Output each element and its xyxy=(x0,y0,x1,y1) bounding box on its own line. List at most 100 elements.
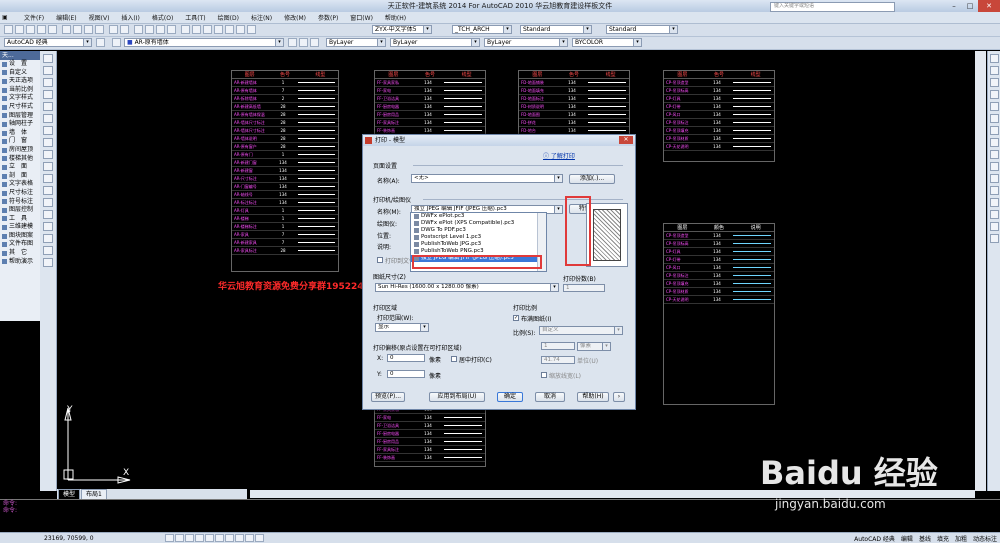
stretch-icon[interactable] xyxy=(990,150,999,159)
cancel-button[interactable]: 取消 xyxy=(535,392,565,402)
palette-item-dimension[interactable]: 尺寸标注 xyxy=(0,189,40,198)
add-page-setup-button[interactable]: 添加(.)... xyxy=(569,174,615,184)
menu-tools[interactable]: 工具(T) xyxy=(179,13,211,22)
mtext-icon[interactable] xyxy=(43,258,53,267)
dyn-icon[interactable] xyxy=(235,534,244,542)
paper-size-select[interactable]: Sun Hi-Res (1600.00 x 1280.00 像素) ▾ xyxy=(375,283,559,292)
make-block-icon[interactable] xyxy=(43,186,53,195)
redo-icon[interactable] xyxy=(120,25,129,34)
gradient-icon[interactable] xyxy=(43,222,53,231)
dialog-close-icon[interactable]: ✕ xyxy=(619,136,633,144)
offset-y-input[interactable]: 0 xyxy=(387,370,425,378)
open-icon[interactable] xyxy=(15,25,24,34)
grid-icon[interactable] xyxy=(175,534,184,542)
workspace-select[interactable]: AutoCAD 经典 ▾ xyxy=(4,38,92,47)
scale-lineweights-checkbox[interactable] xyxy=(541,372,547,378)
palette-item-other[interactable]: 其 它 xyxy=(0,249,40,258)
plot-range-select[interactable]: 显示 ▾ xyxy=(375,323,429,332)
palette-item-door-window[interactable]: 门 窗 xyxy=(0,137,40,146)
text-style-select[interactable]: _TCH_ARCH ▾ xyxy=(452,25,512,34)
printer-option[interactable]: Postscript Level 1.pc3 xyxy=(411,234,546,241)
printer-option[interactable]: PublishToWeb PNG.pc3 xyxy=(411,248,546,255)
printer-option[interactable]: DWFx ePlot.pc3 xyxy=(411,213,546,220)
ellipse-icon[interactable] xyxy=(43,162,53,171)
palette-item-symbol[interactable]: 符号标注 xyxy=(0,198,40,207)
printer-option[interactable]: PublishToWeb JPG.pc3 xyxy=(411,241,546,248)
layer-select[interactable]: ■ AR-原有墙体 ▾ xyxy=(124,38,284,47)
tab-model[interactable]: 模型 xyxy=(58,489,81,499)
lwt-icon[interactable] xyxy=(245,534,254,542)
tool-palette-icon[interactable] xyxy=(203,25,212,34)
status-edit[interactable]: 编辑 xyxy=(898,534,916,543)
scale-select[interactable]: 自定义 ▾ xyxy=(539,326,623,335)
make-current-icon[interactable] xyxy=(288,38,297,47)
color-select[interactable]: ByLayer ▾ xyxy=(326,38,386,47)
layer-states-icon[interactable] xyxy=(310,38,319,47)
table-style-select[interactable]: Standard ▾ xyxy=(606,25,678,34)
spline-icon[interactable] xyxy=(43,150,53,159)
page-setup-name-select[interactable]: <无> ▾ xyxy=(411,174,563,183)
insert-block-icon[interactable] xyxy=(43,174,53,183)
region-icon[interactable] xyxy=(43,234,53,243)
copy-object-icon[interactable] xyxy=(990,66,999,75)
tab-layout1[interactable]: 布局1 xyxy=(81,489,107,499)
polyline-icon[interactable] xyxy=(43,78,53,87)
menu-insert[interactable]: 插入(I) xyxy=(115,13,145,22)
palette-item-3d[interactable]: 三维建模 xyxy=(0,223,40,232)
palette-item-layout[interactable]: 文件布图 xyxy=(0,240,40,249)
join-icon[interactable] xyxy=(990,198,999,207)
osnap-icon[interactable] xyxy=(205,534,214,542)
polygon-icon[interactable] xyxy=(43,90,53,99)
menu-draw[interactable]: 绘图(D) xyxy=(212,13,245,22)
palette-item-tools[interactable]: 工 具 xyxy=(0,215,40,224)
revcloud-icon[interactable] xyxy=(43,138,53,147)
copies-input[interactable]: 1 xyxy=(563,284,605,292)
xline-icon[interactable] xyxy=(43,66,53,75)
trim-icon[interactable] xyxy=(990,162,999,171)
ortho-icon[interactable] xyxy=(185,534,194,542)
menu-modify[interactable]: 修改(M) xyxy=(278,13,312,22)
palette-item-customize[interactable]: 自定义 xyxy=(0,69,40,78)
chamfer-icon[interactable] xyxy=(990,210,999,219)
layer-previous-icon[interactable] xyxy=(299,38,308,47)
extend-icon[interactable] xyxy=(990,174,999,183)
print-to-file-checkbox[interactable] xyxy=(377,257,383,263)
zoom-window-icon[interactable] xyxy=(156,25,165,34)
polar-icon[interactable] xyxy=(195,534,204,542)
preview-button[interactable]: 预览(P)... xyxy=(371,392,405,402)
snap-icon[interactable] xyxy=(165,534,174,542)
pan-icon[interactable] xyxy=(134,25,143,34)
layer-manager-icon[interactable] xyxy=(112,38,121,47)
status-dynamic-dim[interactable]: 动态标注 xyxy=(970,534,1000,543)
offset-x-input[interactable]: 0 xyxy=(387,354,425,362)
calc-icon[interactable] xyxy=(236,25,245,34)
apply-to-layout-button[interactable]: 应用到布局(U) xyxy=(429,392,485,402)
palette-item-help[interactable]: 帮助演示 xyxy=(0,258,40,267)
arc-icon[interactable] xyxy=(43,114,53,123)
paste-icon[interactable] xyxy=(84,25,93,34)
palette-item-layer-control[interactable]: 图层控制 xyxy=(0,206,40,215)
maximize-icon[interactable]: □ xyxy=(962,0,978,12)
workspace-settings-icon[interactable] xyxy=(96,38,105,47)
palette-item-elevation[interactable]: 立 面 xyxy=(0,163,40,172)
menu-file[interactable]: 文件(F) xyxy=(18,13,50,22)
qp-icon[interactable] xyxy=(255,534,264,542)
properties-icon[interactable] xyxy=(181,25,190,34)
lineweight-select[interactable]: ByLayer ▾ xyxy=(484,38,568,47)
copy-icon[interactable] xyxy=(73,25,82,34)
mirror-icon[interactable] xyxy=(990,78,999,87)
rotate-icon[interactable] xyxy=(990,126,999,135)
status-baseline[interactable]: 基线 xyxy=(916,534,934,543)
palette-item-room-roof[interactable]: 房间屋顶 xyxy=(0,146,40,155)
expand-icon[interactable]: › xyxy=(613,392,625,402)
printer-option[interactable]: DWFx ePlot (XPS Compatible).pc3 xyxy=(411,220,546,227)
line-icon[interactable] xyxy=(43,54,53,63)
palette-item-layer-manager[interactable]: 图层管理 xyxy=(0,112,40,121)
printer-option[interactable]: DWG To PDF.pc3 xyxy=(411,227,546,234)
ok-button[interactable]: 确定 xyxy=(497,392,523,402)
help-button[interactable]: 帮助(H) xyxy=(577,392,609,402)
scale-icon[interactable] xyxy=(990,138,999,147)
otrack-icon[interactable] xyxy=(215,534,224,542)
vertical-scrollbar[interactable] xyxy=(975,51,986,491)
zoom-icon[interactable] xyxy=(145,25,154,34)
